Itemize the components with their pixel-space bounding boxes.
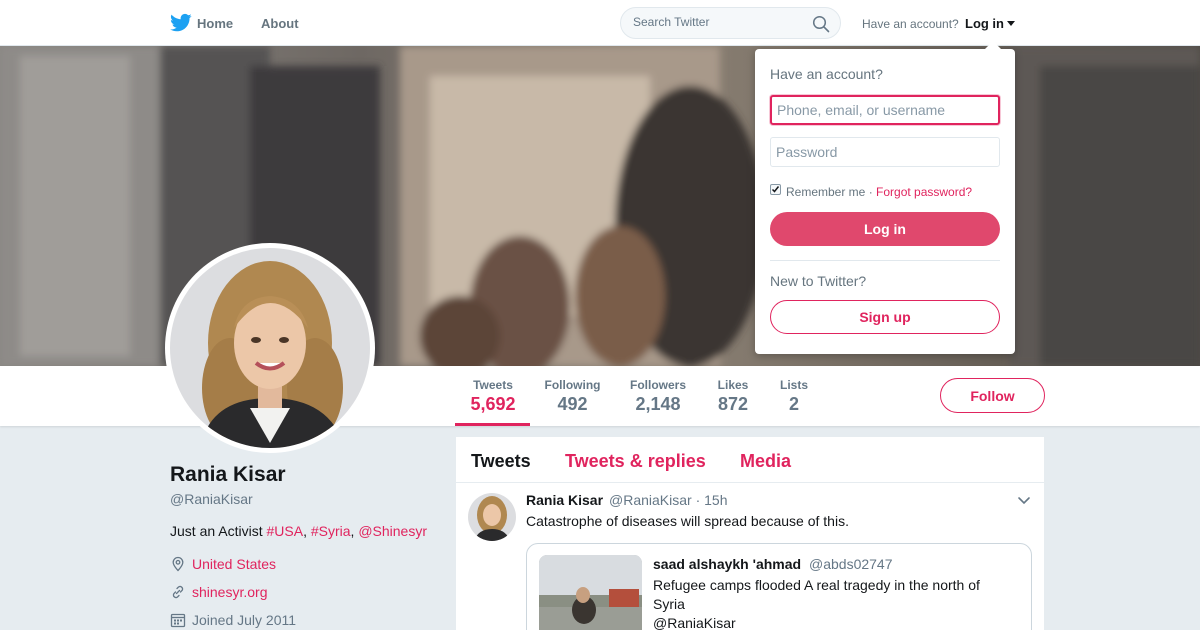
tab-tweets-and-replies[interactable]: Tweets & replies xyxy=(565,451,706,472)
tweet-timestamp[interactable]: · 15h xyxy=(696,492,728,508)
mention-link[interactable]: @Shinesyr xyxy=(358,523,427,539)
profile-name[interactable]: Rania Kisar xyxy=(170,463,286,487)
have-account-text: Have an account? xyxy=(862,17,959,31)
stat-label: Followers xyxy=(629,378,686,392)
quoted-tweet-image[interactable] xyxy=(539,555,642,630)
chevron-down-icon[interactable] xyxy=(1007,21,1015,26)
profile-bio: Just an Activist #USA, #Syria, @Shinesyr xyxy=(170,523,427,539)
quoted-mention[interactable]: @RaniaKisar xyxy=(653,615,736,630)
username-field[interactable] xyxy=(770,95,1000,125)
checkmark-icon xyxy=(771,186,780,193)
search-box xyxy=(620,7,841,39)
remember-me-label[interactable]: Remember me xyxy=(786,185,865,199)
quoted-tweet[interactable]: saad alshaykh 'ahmad @abds02747 Refugee … xyxy=(526,543,1032,630)
remember-label-group: Remember me · Forgot password? xyxy=(786,185,972,199)
stat-value: 5,692 xyxy=(470,394,516,414)
location-pin-icon xyxy=(172,556,184,572)
signup-button[interactable]: Sign up xyxy=(770,300,1000,334)
hashtag-link[interactable]: #Syria xyxy=(311,523,351,539)
profile-avatar[interactable] xyxy=(165,243,375,453)
login-dropdown-toggle[interactable]: Log in xyxy=(965,16,1004,31)
location-link[interactable]: United States xyxy=(192,556,276,572)
tweet-author-name[interactable]: Rania Kisar xyxy=(526,492,603,508)
top-navigation: Home About Have an account? Log in xyxy=(0,0,1200,46)
divider xyxy=(770,260,1000,261)
stat-value: 2 xyxy=(788,394,799,414)
new-to-twitter-text: New to Twitter? xyxy=(770,273,867,289)
calendar-icon xyxy=(170,613,186,628)
separator: · xyxy=(865,185,877,199)
stat-value: 2,148 xyxy=(635,394,681,414)
bio-text: Just an Activist xyxy=(170,523,267,539)
tweet-avatar[interactable] xyxy=(468,493,516,541)
stat-label: Following xyxy=(544,378,601,392)
stat-value: 872 xyxy=(717,394,749,414)
tab-tweets[interactable]: Tweets xyxy=(471,451,531,472)
follow-button[interactable]: Follow xyxy=(940,378,1045,413)
login-button[interactable]: Log in xyxy=(770,212,1000,246)
stat-label: Lists xyxy=(779,378,808,392)
dropdown-title: Have an account? xyxy=(770,66,883,82)
chevron-down-icon[interactable] xyxy=(1017,496,1031,506)
timeline: Tweets Tweets & replies Media Rania Kisa… xyxy=(456,437,1044,630)
search-icon[interactable] xyxy=(812,15,830,33)
profile-handle[interactable]: @RaniaKisar xyxy=(170,491,253,507)
stat-lists[interactable]: Lists 2 xyxy=(778,378,810,415)
link-icon xyxy=(172,585,184,599)
forgot-password-link[interactable]: Forgot password? xyxy=(876,185,972,199)
stat-followers[interactable]: Followers 2,148 xyxy=(629,378,687,415)
tweet-handle-text[interactable]: @RaniaKisar xyxy=(609,492,692,508)
tweet-author-handle: @RaniaKisar · 15h xyxy=(609,492,728,508)
joined-date: Joined July 2011 xyxy=(192,612,297,628)
tab-media[interactable]: Media xyxy=(740,451,791,472)
nav-about-link[interactable]: About xyxy=(261,16,299,31)
stat-label: Tweets xyxy=(473,378,513,392)
website-link[interactable]: shinesyr.org xyxy=(192,584,267,600)
stat-label: Likes xyxy=(717,378,749,392)
nav-home-link[interactable]: Home xyxy=(197,16,233,31)
quoted-tweet-text: Refugee camps flooded A real tragedy in … xyxy=(653,576,1013,630)
stat-value: 492 xyxy=(557,394,588,414)
quoted-author-name[interactable]: saad alshaykh 'ahmad xyxy=(653,556,801,572)
stat-following[interactable]: Following 492 xyxy=(544,378,601,415)
stat-likes[interactable]: Likes 872 xyxy=(715,378,751,415)
hashtag-link[interactable]: #USA xyxy=(266,523,303,539)
bio-separator: , xyxy=(303,523,311,539)
active-tab-indicator xyxy=(455,423,530,426)
quoted-author-handle[interactable]: @abds02747 xyxy=(809,556,893,572)
quoted-text-body: Refugee camps flooded A real tragedy in … xyxy=(653,577,980,612)
search-input[interactable] xyxy=(633,15,803,29)
tweet-text: Catastrophe of diseases will spread beca… xyxy=(526,513,849,529)
password-field[interactable] xyxy=(770,137,1000,167)
timeline-tabs: Tweets Tweets & replies Media xyxy=(456,437,1044,483)
login-dropdown: Have an account? Remember me · Forgot pa… xyxy=(755,41,1015,354)
stat-tweets[interactable]: Tweets 5,692 xyxy=(470,378,516,415)
twitter-bird-icon[interactable] xyxy=(170,13,192,33)
remember-me-checkbox[interactable] xyxy=(770,184,781,195)
